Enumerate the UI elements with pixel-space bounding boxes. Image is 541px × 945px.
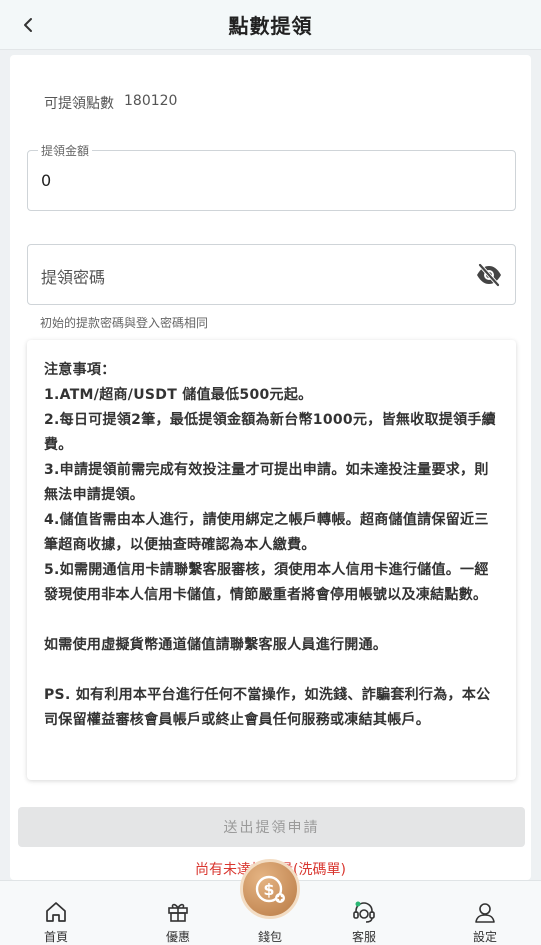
notice-line: 3.申請提領前需完成有效投注量才可提出申請。如未達投注量要求，則無法申請提領。 xyxy=(44,462,489,503)
amount-label: 提領金額 xyxy=(38,142,93,159)
tab-home[interactable]: 首頁 xyxy=(16,881,96,945)
notice-line: 4.儲值皆需由本人進行，請使用綁定之帳戶轉帳。超商儲值請保留近三筆超商收據，以便… xyxy=(44,512,489,553)
ps-note: PS. 如有利用本平台進行任何不當操作，如洗錢、詐騙套利行為，本公司保留權益審核… xyxy=(44,687,491,728)
balance-row: 可提領點數 180120 xyxy=(44,93,177,113)
amount-input[interactable]: 0 xyxy=(41,171,51,190)
tab-wallet[interactable]: $ 錢包 xyxy=(230,859,310,945)
bottom-tabbar: 首頁 優惠 $ 錢包 客服 設定 xyxy=(0,859,541,945)
tab-promo-label: 優惠 xyxy=(165,930,190,944)
toggle-password-button[interactable] xyxy=(475,262,503,288)
notice-box: 注意事項： 1.ATM/超商/USDT 儲值最低500元起。 2.每日可提領2筆… xyxy=(27,340,516,780)
wallet-coin-icon: $ xyxy=(255,875,285,903)
tab-settings-label: 設定 xyxy=(472,930,497,944)
password-input[interactable]: 提領密碼 xyxy=(41,264,105,288)
password-field[interactable]: 提領密碼 xyxy=(27,244,516,305)
amount-field[interactable]: 提領金額 0 xyxy=(27,142,516,211)
home-icon xyxy=(46,902,66,922)
user-icon xyxy=(475,903,495,923)
submit-withdraw-button[interactable]: 送出提領申請 xyxy=(18,807,525,847)
crypto-note: 如需使用虛擬貨幣通道儲值請聯繫客服人員進行開通。 xyxy=(44,637,388,653)
tab-support[interactable]: 客服 xyxy=(324,881,404,945)
notice-line: 2.每日可提領2筆，最低提領金額為新台幣1000元，皆無收取提領手續費。 xyxy=(44,412,496,453)
back-arrow-icon xyxy=(24,18,32,32)
tab-home-label: 首頁 xyxy=(43,930,68,944)
eye-off-icon xyxy=(477,263,501,287)
wallet-button[interactable]: $ xyxy=(240,859,300,919)
svg-text:$: $ xyxy=(263,880,274,899)
notice-line: 1.ATM/超商/USDT 儲值最低500元起。 xyxy=(44,387,313,403)
tab-promo[interactable]: 優惠 xyxy=(138,881,218,945)
tab-settings[interactable]: 設定 xyxy=(445,881,525,945)
tab-wallet-label: 錢包 xyxy=(257,930,282,944)
balance-label: 可提領點數 xyxy=(44,96,114,112)
notice-line: 5.如需開通信用卡請聯繫客服審核，須使用本人信用卡進行儲值。一經發現使用非本人信… xyxy=(44,562,489,603)
password-hint: 初始的提款密碼與登入密碼相同 xyxy=(40,316,209,330)
gift-icon xyxy=(168,903,188,922)
back-button[interactable] xyxy=(12,8,46,42)
withdraw-card: 可提領點數 180120 提領金額 0 提領密碼 初始的提款密碼與登入密碼相同 … xyxy=(10,55,531,880)
tab-support-label: 客服 xyxy=(351,930,376,944)
header: 點數提領 xyxy=(0,0,541,50)
page-title: 點數提領 xyxy=(228,14,313,38)
notice-title: 注意事項： xyxy=(44,362,116,378)
headset-icon xyxy=(353,901,375,923)
balance-value: 180120 xyxy=(124,93,178,109)
